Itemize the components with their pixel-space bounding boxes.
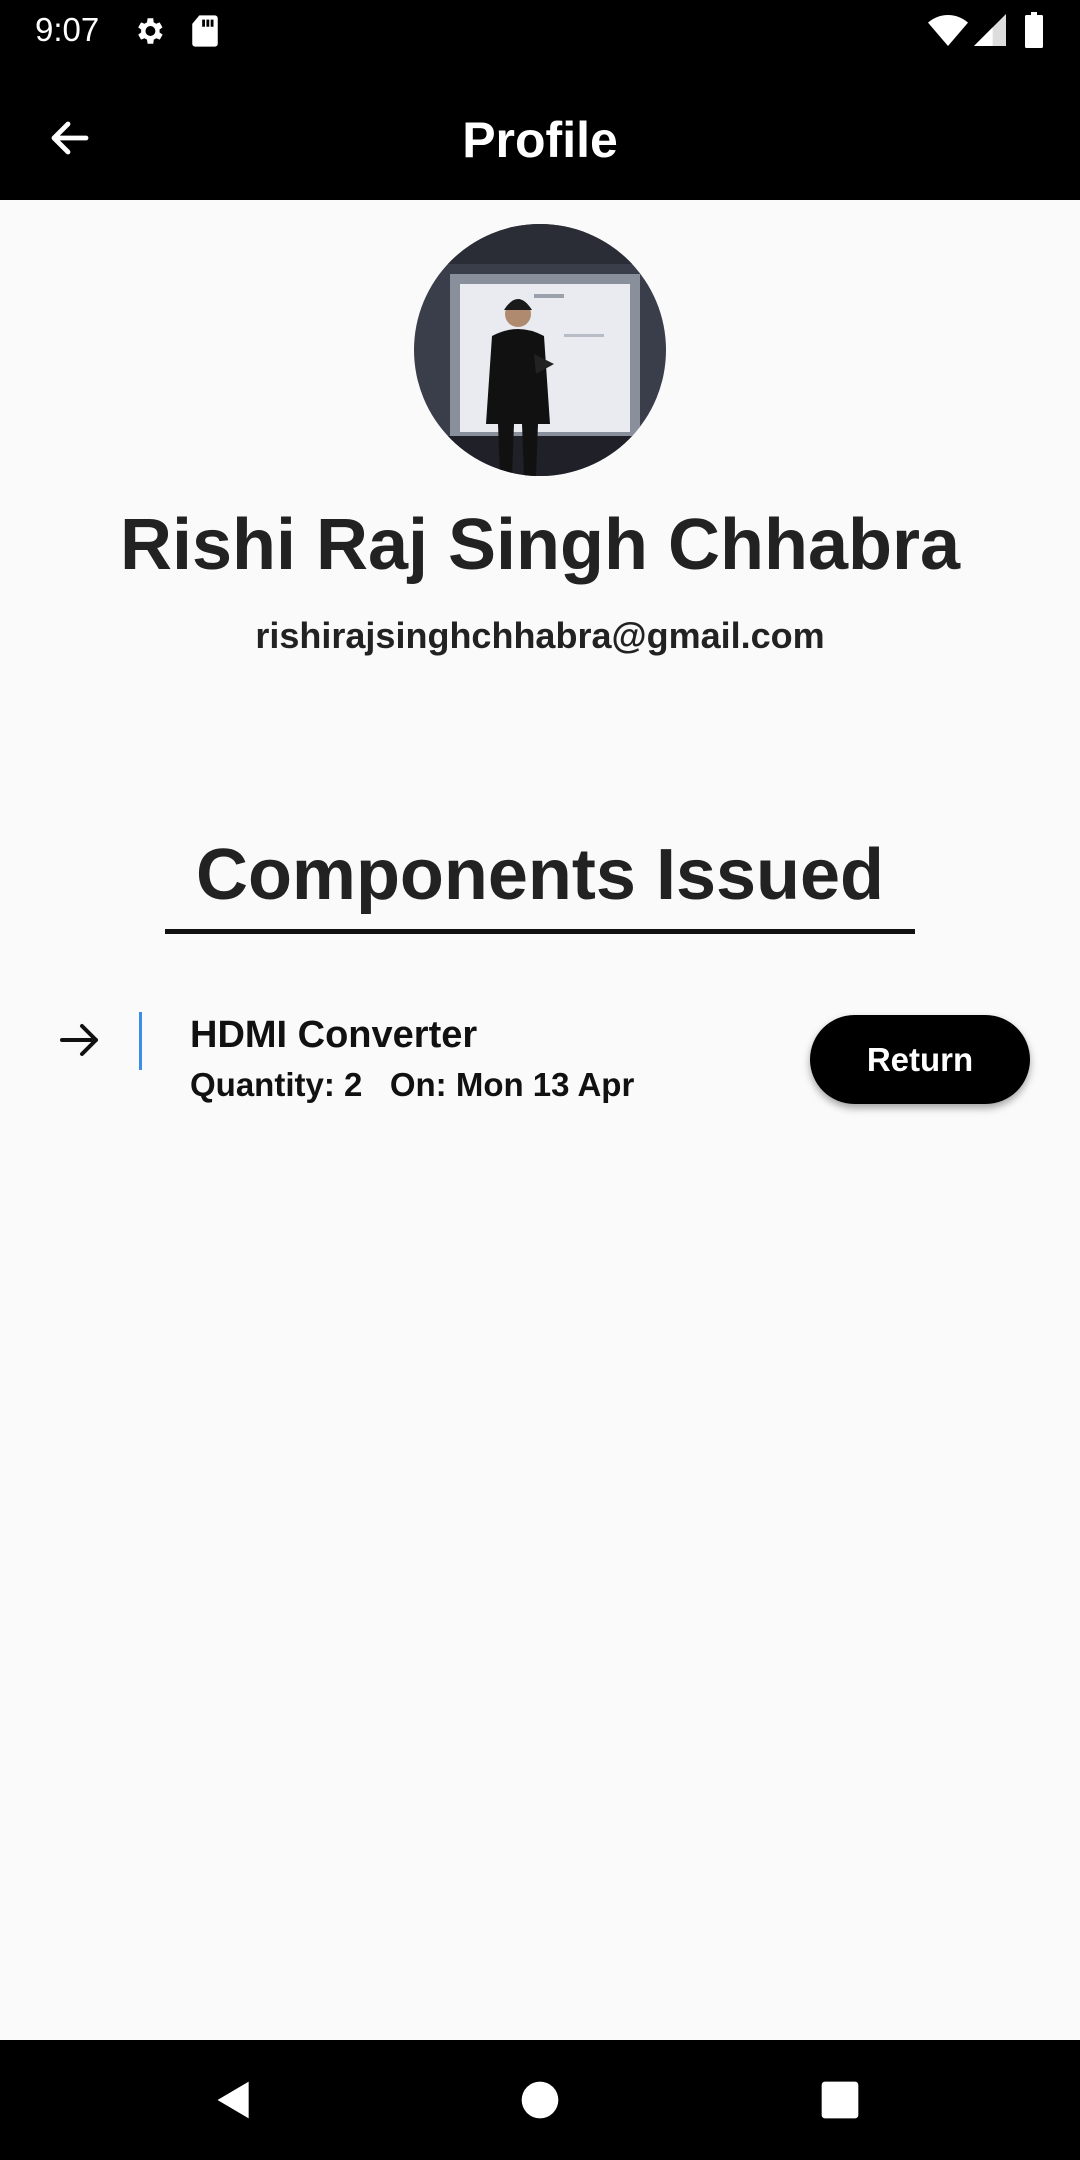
status-time: 9:07: [35, 11, 100, 48]
return-button[interactable]: Return: [810, 1015, 1030, 1104]
sd-card-icon: [190, 14, 220, 53]
arrow-forward-icon: [56, 1016, 104, 1064]
navigation-bar: [0, 2040, 1080, 2160]
cell-signal-icon: [974, 14, 1006, 51]
status-bar: 9:07: [0, 0, 1080, 60]
gear-icon: [132, 14, 166, 53]
section-title: Components Issued: [195, 835, 885, 915]
issued-item: HDMI Converter Quantity: 2 On: Mon 13 Ap…: [0, 1000, 1080, 1120]
recents-square-icon[interactable]: [820, 2080, 860, 2125]
item-name: HDMI Converter: [190, 1014, 478, 1056]
home-circle-icon[interactable]: [520, 2080, 560, 2125]
back-triangle-icon[interactable]: [212, 2078, 256, 2127]
profile-name: Rishi Raj Singh Chhabra: [119, 505, 961, 585]
avatar[interactable]: [414, 224, 666, 476]
page-title: Profile: [462, 112, 618, 168]
section-underline: [165, 929, 915, 934]
wifi-icon: [928, 14, 968, 53]
profile-email: rishirajsinghchhabra@gmail.com: [255, 615, 825, 656]
item-details: Quantity: 2 On: Mon 13 Apr: [190, 1066, 635, 1103]
item-divider: [139, 1012, 142, 1070]
battery-icon: [1024, 12, 1044, 53]
app-bar: Profile: [0, 60, 1080, 200]
